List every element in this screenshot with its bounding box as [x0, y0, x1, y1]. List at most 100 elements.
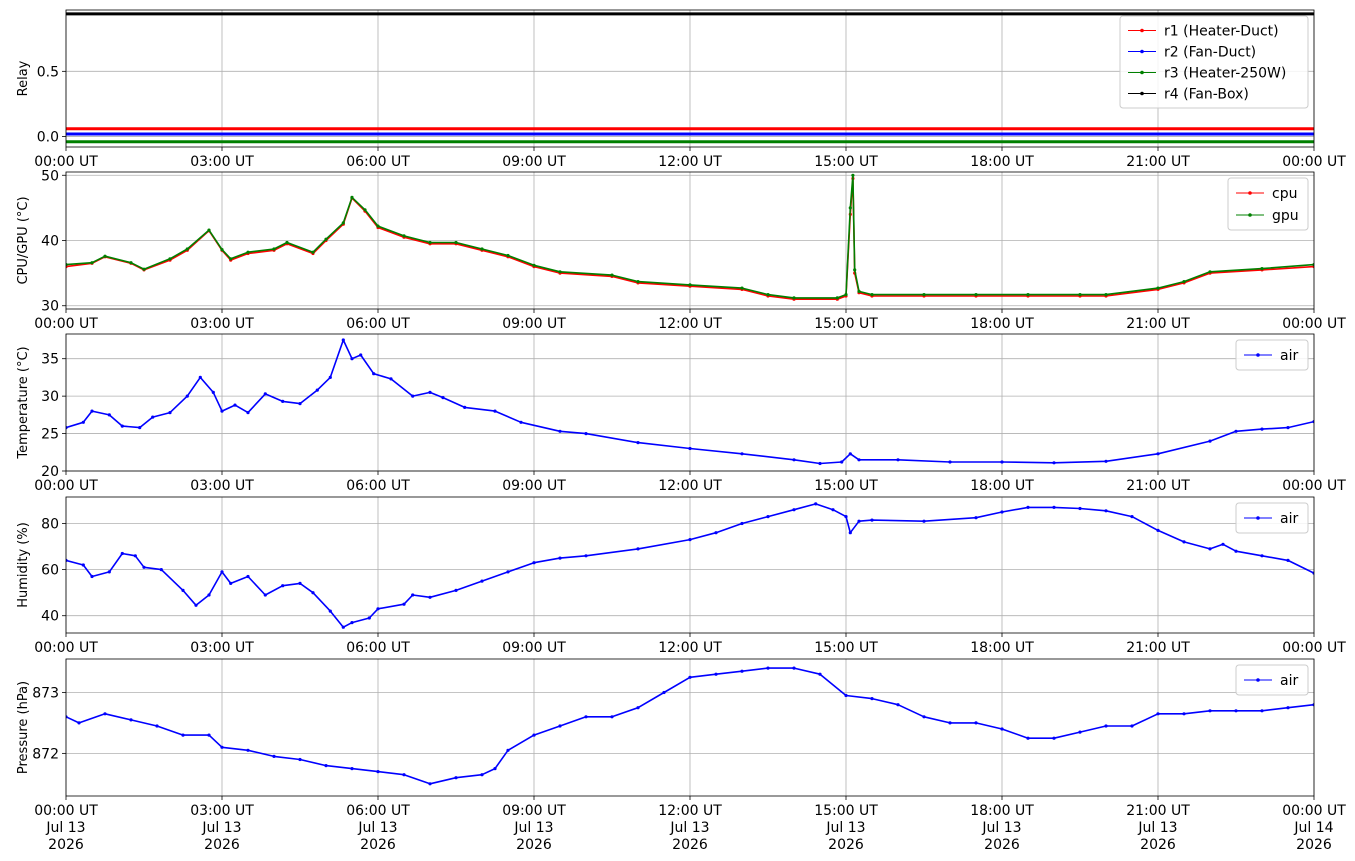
- data-point: [1104, 724, 1108, 728]
- data-point: [506, 748, 510, 752]
- data-point: [328, 609, 332, 613]
- data-point: [402, 602, 406, 606]
- x-tick-label: 18:00 UT: [970, 154, 1034, 170]
- data-point: [1260, 554, 1264, 558]
- y-tick-label: 60: [41, 563, 59, 579]
- data-point: [77, 721, 81, 725]
- data-point: [740, 521, 744, 526]
- data-point: [922, 715, 926, 719]
- data-point: [315, 388, 319, 392]
- data-point: [792, 458, 796, 462]
- data-point: [506, 570, 510, 574]
- data-point: [714, 672, 718, 676]
- data-point: [281, 584, 285, 588]
- data-point: [90, 574, 94, 579]
- data-point: [1000, 460, 1004, 464]
- data-point: [1234, 429, 1238, 433]
- x-tick-label: 15:00 UT: [814, 316, 878, 332]
- data-point: [857, 519, 861, 523]
- data-point: [311, 591, 315, 595]
- y-tick-label: 50: [41, 168, 59, 184]
- data-point: [948, 460, 952, 464]
- data-point: [974, 721, 978, 725]
- data-point: [740, 452, 744, 456]
- y-tick-label: 40: [41, 609, 59, 625]
- data-point: [870, 697, 874, 701]
- data-point: [844, 515, 848, 519]
- data-point: [1208, 547, 1212, 551]
- data-point: [138, 426, 142, 430]
- data-point: [463, 405, 467, 409]
- data-point: [1286, 706, 1290, 710]
- data-point: [1000, 727, 1004, 731]
- data-point: [181, 733, 185, 737]
- data-point: [90, 409, 94, 413]
- data-point: [831, 508, 835, 512]
- data-point: [1182, 540, 1186, 544]
- data-point: [853, 268, 857, 272]
- data-point: [198, 375, 202, 379]
- legend-marker: [1248, 213, 1252, 217]
- x-tick-label: 12:00 UT: [658, 316, 722, 332]
- x-tick-label: 03:00 UT Jul 13 2026: [190, 803, 254, 853]
- data-point: [233, 403, 237, 407]
- x-tick-label: 09:00 UT: [502, 154, 566, 170]
- data-point: [818, 672, 822, 676]
- x-tick-label: 00:00 UT: [34, 316, 98, 332]
- data-point: [714, 531, 718, 535]
- data-point: [1052, 461, 1056, 465]
- y-axis-label: Relay: [16, 60, 31, 96]
- data-point: [974, 293, 978, 297]
- data-point: [341, 625, 345, 629]
- x-tick-label: 12:00 UT: [658, 478, 722, 494]
- data-point: [584, 715, 588, 719]
- data-point: [1156, 286, 1160, 290]
- y-axis-label: CPU/GPU (°C): [16, 196, 31, 284]
- data-point: [129, 261, 133, 265]
- data-point: [636, 547, 640, 551]
- data-point: [454, 240, 458, 245]
- data-point: [90, 261, 94, 265]
- data-point: [493, 767, 497, 771]
- data-point: [1130, 515, 1134, 519]
- data-point: [229, 581, 233, 586]
- data-point: [220, 409, 224, 413]
- data-point: [263, 593, 267, 597]
- data-point: [610, 715, 614, 719]
- data-point: [454, 588, 458, 593]
- legend-label: gpu: [1272, 208, 1299, 224]
- data-point: [211, 390, 215, 394]
- y-tick-label: 0.0: [37, 130, 59, 146]
- panel-2: 00:00 UT 03:00 UT 06:00 UT 09:00 UT 12:00 UT…: [16, 168, 1346, 332]
- data-point: [1286, 558, 1290, 563]
- data-point: [818, 461, 822, 466]
- x-tick-label: 03:00 UT: [190, 154, 254, 170]
- legend: air: [1235, 664, 1309, 696]
- x-tick-label: 06:00 UT: [346, 154, 410, 170]
- data-point: [1104, 293, 1108, 297]
- data-point: [372, 372, 376, 376]
- data-point: [359, 353, 363, 357]
- data-point: [844, 293, 848, 297]
- data-point: [155, 724, 159, 728]
- x-tick-label: 21:00 UT: [1126, 640, 1190, 656]
- data-point: [428, 390, 432, 394]
- data-point: [263, 392, 267, 396]
- data-point: [220, 570, 224, 574]
- data-point: [1026, 736, 1030, 740]
- data-point: [181, 588, 185, 593]
- legend-label: r4 (Fan-Box): [1164, 87, 1249, 103]
- data-point: [558, 429, 562, 433]
- legend-label: cpu: [1272, 186, 1297, 202]
- data-point: [1078, 730, 1082, 734]
- data-point: [558, 724, 562, 728]
- data-point: [948, 721, 952, 725]
- data-point: [246, 574, 250, 579]
- data-point: [328, 375, 332, 379]
- x-tick-label: 09:00 UT Jul 13 2026: [502, 803, 566, 853]
- data-point: [1130, 724, 1134, 728]
- data-point: [81, 563, 85, 567]
- x-tick-label: 21:00 UT: [1126, 154, 1190, 170]
- data-point: [272, 247, 276, 251]
- data-point: [844, 693, 848, 698]
